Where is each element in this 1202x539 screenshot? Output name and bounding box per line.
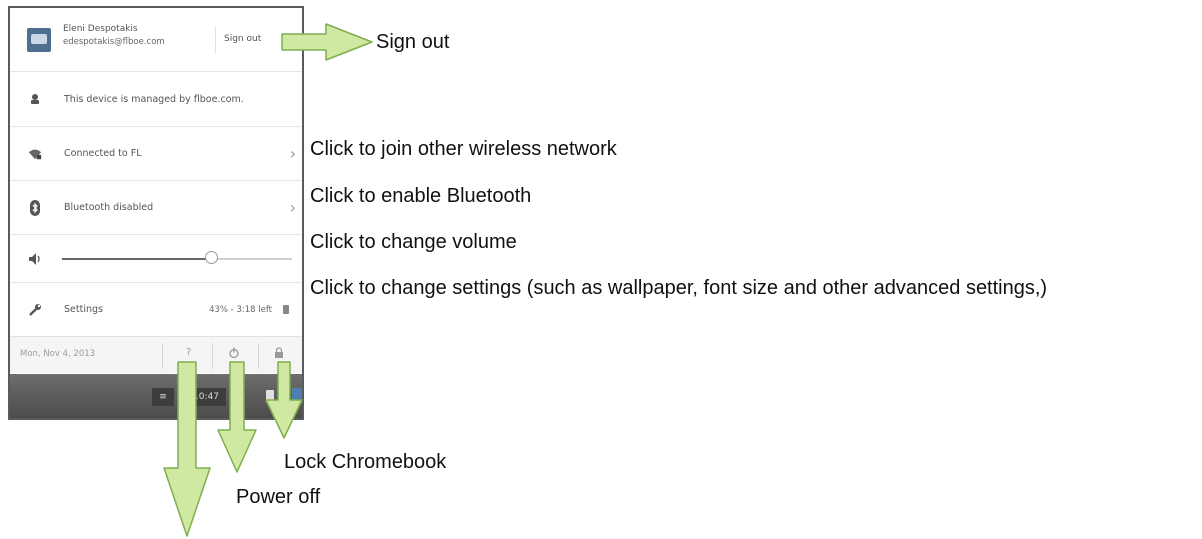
settings-row[interactable]: Settings 43% - 3:18 left xyxy=(10,283,302,337)
tray-footer: Mon, Nov 4, 2013 ? xyxy=(10,336,302,373)
lock-icon[interactable] xyxy=(274,347,284,362)
volume-slider[interactable] xyxy=(62,251,292,264)
shelf-app-icon[interactable]: ≡ xyxy=(152,388,174,406)
power-annotation: Power off xyxy=(236,486,321,508)
date-label: Mon, Nov 4, 2013 xyxy=(20,349,96,359)
wrench-icon xyxy=(28,303,42,317)
divider xyxy=(258,343,259,369)
managed-device-icon xyxy=(28,92,42,106)
managed-device-row: This device is managed by flboe.com. xyxy=(10,72,302,127)
bluetooth-status-label: Bluetooth disabled xyxy=(64,202,154,213)
battery-status: 43% - 3:18 left xyxy=(209,304,272,315)
help-icon[interactable]: ? xyxy=(186,347,191,358)
bluetooth-icon xyxy=(28,199,42,216)
bluetooth-annotation: Click to enable Bluetooth xyxy=(310,185,532,207)
wifi-annotation: Click to join other wireless network xyxy=(310,138,617,160)
sign-out-annotation: Sign out xyxy=(376,31,450,53)
user-name: Eleni Despotakis xyxy=(63,24,138,34)
system-tray-panel: Eleni Despotakis edespotakis@flboe.com S… xyxy=(8,6,304,420)
avatar xyxy=(27,28,51,52)
shelf: ≡ 10:47 ▼ xyxy=(10,374,302,418)
shelf-clock[interactable]: 10:47 xyxy=(186,388,226,406)
divider xyxy=(162,343,163,369)
bluetooth-row[interactable]: Bluetooth disabled › xyxy=(10,181,302,235)
volume-annotation: Click to change volume xyxy=(310,231,517,253)
speaker-icon[interactable] xyxy=(28,252,42,266)
settings-label: Settings xyxy=(64,304,103,315)
battery-icon xyxy=(283,305,289,314)
managed-device-text: This device is managed by flboe.com. xyxy=(64,93,244,105)
chevron-right-icon: › xyxy=(289,198,296,217)
volume-row xyxy=(10,235,302,283)
user-email: edespotakis@flboe.com xyxy=(63,37,165,47)
wifi-icon xyxy=(28,147,42,161)
shelf-wifi-icon[interactable]: ▼ xyxy=(236,392,244,403)
shelf-battery-icon[interactable] xyxy=(266,390,274,403)
network-status-label: Connected to FL xyxy=(64,148,142,159)
volume-slider-fill xyxy=(62,258,212,260)
account-row: Eleni Despotakis edespotakis@flboe.com S… xyxy=(10,8,302,72)
chevron-right-icon: › xyxy=(289,144,296,163)
divider xyxy=(215,26,216,54)
lock-annotation: Lock Chromebook xyxy=(284,451,447,473)
shelf-user-icon[interactable] xyxy=(292,388,302,404)
volume-slider-handle[interactable] xyxy=(204,251,218,264)
power-icon[interactable] xyxy=(228,347,240,362)
sign-out-button[interactable]: Sign out xyxy=(224,34,261,44)
network-row[interactable]: Connected to FL › xyxy=(10,127,302,181)
settings-annotation: Click to change settings (such as wallpa… xyxy=(310,277,1048,299)
divider xyxy=(212,343,213,369)
